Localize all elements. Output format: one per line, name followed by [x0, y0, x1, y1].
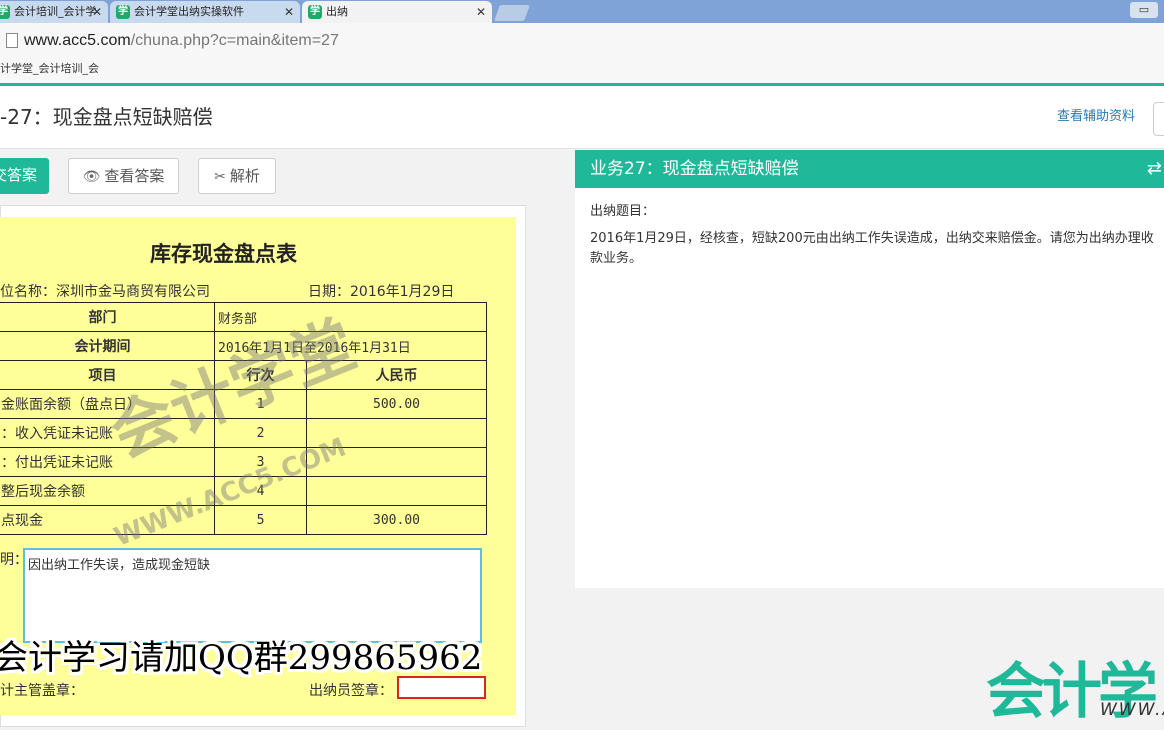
task-panel: 业务27：现金盘点短缺赔偿 ⇄ 出纳题目： 2016年1月29日，经核查，短缺2… [575, 150, 1164, 588]
header-button[interactable] [1153, 102, 1164, 136]
view-answer-button[interactable]: 👁 查看答案 [68, 158, 179, 194]
tab-close-icon[interactable]: ✕ [284, 1, 294, 23]
row-line: 5 [214, 505, 307, 535]
eye-icon: 👁 [82, 169, 101, 185]
task-label: 出纳题目： [590, 204, 656, 219]
form-title: 库存现金盘点表 [150, 242, 297, 266]
note-textarea[interactable]: 因出纳工作失误，造成现金短缺 [23, 548, 482, 643]
page-title: -27：现金盘点短缺赔偿 [0, 105, 213, 129]
address-bar[interactable]: www.acc5.com/chuna.php?c=main&item=27 [0, 23, 1164, 58]
row-value[interactable]: 300.00 [306, 505, 487, 535]
url-path: /chuna.php?c=main&item=27 [130, 32, 339, 49]
unit-name: 位名称：深圳市金马商贸有限公司 [0, 284, 210, 300]
page-icon [6, 33, 18, 48]
browser-tab-1[interactable]: 学会计培训_会计学 ✕ [0, 1, 108, 23]
table-row: 部门 财务部 [0, 302, 487, 332]
task-panel-header: 业务27：现金盘点短缺赔偿 ⇄ [575, 150, 1164, 188]
row-value[interactable]: 500.00 [306, 389, 487, 419]
task-title: 业务27：现金盘点短缺赔偿 [590, 159, 799, 179]
window-restore-icon[interactable]: ▭ [1130, 2, 1158, 18]
table-row: 点现金 5 300.00 [0, 505, 487, 535]
url-text[interactable]: www.acc5.com/chuna.php?c=main&item=27 [24, 23, 339, 59]
tab-label: 会计学堂出纳实操软件 [134, 5, 244, 18]
tab-close-icon[interactable]: ✕ [476, 1, 486, 23]
browser-tab-bar: 学会计培训_会计学 ✕ 学会计学堂出纳实操软件 ✕ 学出纳 ✕ ▭ [0, 0, 1164, 23]
new-tab-button[interactable] [494, 5, 530, 21]
overlay-caption: 会计学习请加QQ群299865962 [0, 638, 483, 678]
row-value[interactable] [306, 476, 487, 506]
browser-tab-2[interactable]: 学会计学堂出纳实操软件 ✕ [110, 1, 300, 23]
supervisor-seal-label: 计主管盖章： [0, 683, 84, 699]
bookmarks-bar: 计学堂_会计培训_会 [0, 57, 1164, 83]
tab-favicon-icon: 学 [308, 5, 322, 19]
bookmark-item[interactable]: 计学堂_会计培训_会 [0, 62, 99, 75]
analysis-label: 解析 [229, 167, 260, 185]
submit-answer-button[interactable]: 交答案 [0, 158, 49, 194]
view-answer-label: 查看答案 [104, 167, 165, 185]
tab-close-icon[interactable]: ✕ [92, 1, 102, 23]
analysis-icon: ✂ [214, 169, 226, 185]
browser-tab-3[interactable]: 学出纳 ✕ [302, 1, 492, 23]
task-description: 2016年1月29日，经核查，短缺200元由出纳工作失误造成，出纳交来赔偿金。请… [590, 231, 1154, 266]
swap-icon[interactable]: ⇄ [1147, 150, 1162, 188]
tab-label: 出纳 [326, 5, 348, 18]
cashier-sign-field[interactable] [397, 676, 486, 699]
tab-favicon-icon: 学 [116, 5, 130, 19]
page-header: -27：现金盘点短缺赔偿 查看辅助资料 [0, 86, 1164, 149]
analysis-button[interactable]: ✂ 解析 [198, 158, 276, 194]
tab-favicon-icon: 学 [0, 5, 10, 19]
url-host: www.acc5.com [24, 32, 131, 49]
tab-label: 会计培训_会计学 [14, 5, 97, 18]
brand-logo-url: WWW.A [1100, 700, 1164, 720]
dept-label: 部门 [0, 302, 215, 332]
cashier-sign-label: 出纳员签章： [309, 683, 393, 699]
aux-materials-link[interactable]: 查看辅助资料 [1057, 86, 1135, 148]
